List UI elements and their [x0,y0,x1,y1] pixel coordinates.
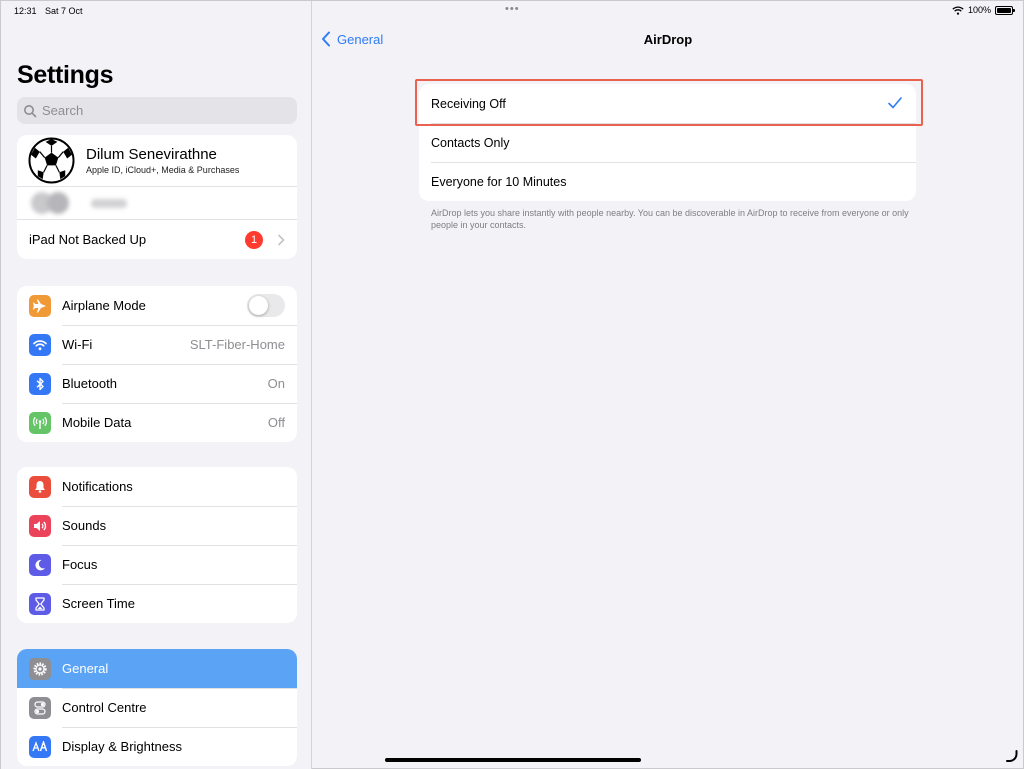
hourglass-icon [29,592,51,615]
option-contacts-only[interactable]: Contacts Only [419,123,916,162]
sidebar-item-mobile-data[interactable]: Mobile Data Off [17,403,297,442]
search-placeholder: Search [42,103,84,118]
sidebar-item-sounds[interactable]: Sounds [17,506,297,545]
sidebar-title: Settings [17,61,114,89]
bluetooth-status-value: On [267,376,285,391]
home-indicator[interactable] [385,758,641,762]
battery-icon [995,5,1015,15]
search-field[interactable]: Search [17,97,297,124]
sidebar-item-general[interactable]: General [17,649,297,688]
status-date: Sat 7 Oct [45,6,83,16]
wifi-network-value: SLT-Fiber-Home [189,337,285,352]
wifi-status-icon [952,5,964,15]
multitasking-menu-icon[interactable]: ••• [505,4,520,15]
status-indicators: 100% [952,5,1015,15]
sidebar-item-label: General [62,661,109,676]
mobile-data-value: Off [267,415,285,430]
page-title: AirDrop [643,32,693,47]
sidebar-item-notifications[interactable]: Notifications [17,467,297,506]
profile-subtitle: Apple ID, iCloud+, Media & Purchases [86,164,240,175]
battery-percent: 100% [967,5,991,15]
sidebar-item-label: Airplane Mode [62,298,146,313]
chevron-right-icon [277,233,285,246]
notification-badge: 1 [245,230,263,249]
profile-name: Dilum Senevirathne [86,145,217,163]
option-label: Everyone for 10 Minutes [431,174,567,189]
bluetooth-icon [29,372,51,395]
option-everyone-10-minutes[interactable]: Everyone for 10 Minutes [419,162,916,201]
notifications-group: Notifications Sounds Focus Screen Time [17,467,297,623]
sidebar-item-label: Mobile Data [62,415,132,430]
status-time: 12:31 [14,6,37,16]
account-group: Dilum Senevirathne Apple ID, iCloud+, Me… [17,135,297,259]
airdrop-options-list: Receiving Off Contacts Only Everyone for… [419,84,916,201]
airplane-mode-toggle[interactable] [247,294,285,317]
apple-id-row[interactable]: Dilum Senevirathne Apple ID, iCloud+, Me… [17,135,297,187]
sidebar-item-label: Bluetooth [62,376,117,391]
checkmark-icon [888,97,902,109]
speaker-icon [29,514,51,537]
antenna-icon [29,411,51,434]
airdrop-footnote: AirDrop lets you share instantly with pe… [431,208,909,230]
sidebar-item-airplane-mode[interactable]: Airplane Mode [17,286,297,325]
connectivity-group: Airplane Mode Wi-Fi SLT-Fiber-Home Bluet… [17,286,297,442]
sidebar-item-label: Wi-Fi [62,337,93,352]
chevron-left-icon [322,31,330,47]
back-button[interactable]: General [321,31,383,47]
avatar [28,137,75,184]
wifi-icon [29,333,51,356]
sidebar-item-label: Sounds [62,518,107,533]
sidebar-item-label: Notifications [62,479,133,494]
sidebar-item-label: Display & Brightness [62,739,182,754]
bell-icon [29,475,51,498]
sidebar-item-display-brightness[interactable]: Display & Brightness [17,727,297,766]
gear-icon [29,657,51,680]
text-size-icon [29,735,51,758]
general-group: General Control Centre Display & Brightn… [17,649,297,766]
option-label: Contacts Only [431,135,510,150]
switches-icon [29,696,51,719]
settings-sidebar: Settings Search Dilum Senevirathne Apple… [1,1,312,769]
backup-label: iPad Not Backed Up [29,232,147,247]
sidebar-item-focus[interactable]: Focus [17,545,297,584]
sidebar-item-bluetooth[interactable]: Bluetooth On [17,364,297,403]
family-row-blurred[interactable] [17,187,297,220]
sidebar-item-control-centre[interactable]: Control Centre [17,688,297,727]
blurred-label [91,198,127,208]
airplane-icon [29,294,51,317]
status-bar: 12:31 Sat 7 Oct ••• 100% [1,1,1024,21]
sidebar-item-label: Screen Time [62,596,135,611]
resize-handle-icon[interactable] [1006,750,1018,762]
family-avatar [47,192,69,214]
sidebar-item-screen-time[interactable]: Screen Time [17,584,297,623]
backup-warning-row[interactable]: iPad Not Backed Up 1 [17,220,297,259]
sidebar-item-label: Control Centre [62,700,147,715]
option-label: Receiving Off [431,96,506,111]
search-icon [24,104,37,117]
back-label: General [337,31,384,47]
option-receiving-off[interactable]: Receiving Off [419,84,916,123]
moon-icon [29,553,51,576]
sidebar-item-wifi[interactable]: Wi-Fi SLT-Fiber-Home [17,325,297,364]
sidebar-item-label: Focus [62,557,98,572]
